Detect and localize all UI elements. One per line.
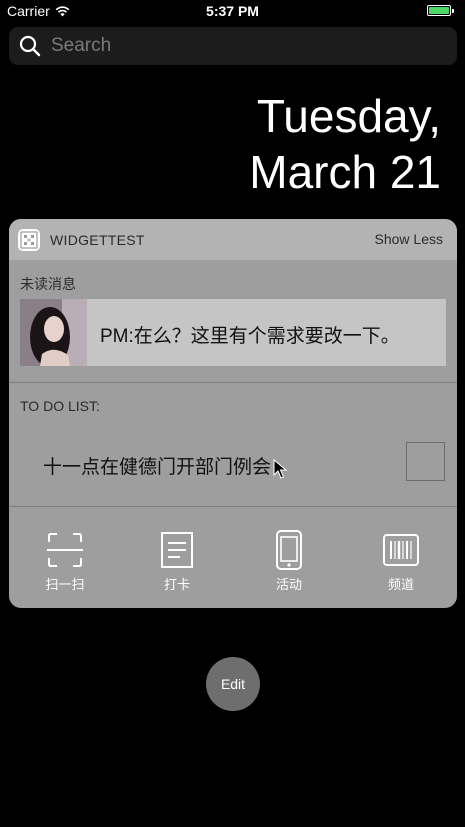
status-time: 5:37 PM (206, 3, 259, 19)
app-icon (18, 228, 40, 251)
today-widget: WIDGETTEST Show Less 未读消息 PM:在么？这里有个需求要改… (9, 219, 457, 608)
todo-item: 十一点在健德门开部门例会 (43, 457, 272, 478)
message-text: PM:在么？这里有个需求要改一下。 (100, 326, 400, 347)
phone-icon (276, 530, 302, 570)
scan-label: 扫一扫 (45, 577, 85, 592)
status-bar: Carrier 5:37 PM (0, 0, 465, 22)
date-weekday: Tuesday, (256, 90, 441, 142)
scan-button[interactable]: 扫一扫 (9, 507, 121, 608)
barcode-icon (383, 534, 419, 566)
message-card[interactable]: PM:在么？这里有个需求要改一下。 (20, 299, 446, 366)
mouse-cursor-icon (273, 459, 287, 479)
todo-label: TO DO LIST: (20, 398, 100, 414)
document-icon (161, 532, 193, 568)
date-day: March 21 (249, 146, 441, 198)
channel-label: 频道 (387, 577, 414, 592)
show-less-button[interactable]: Show Less (375, 231, 443, 247)
widget-header: WIDGETTEST Show Less (9, 219, 457, 260)
search-placeholder: Search (51, 35, 112, 56)
check-in-button[interactable]: 打卡 (121, 507, 233, 608)
activity-label: 活动 (275, 577, 302, 592)
divider (9, 382, 457, 383)
channel-button[interactable]: 频道 (345, 507, 457, 608)
unread-label: 未读消息 (20, 276, 76, 292)
search-input[interactable]: Search (9, 27, 457, 65)
date-display: Tuesday, March 21 (249, 88, 441, 200)
edit-button[interactable]: Edit (206, 657, 260, 711)
action-bar: 扫一扫 打卡 活动 频道 (9, 507, 457, 608)
search-icon (19, 35, 41, 57)
check-in-label: 打卡 (163, 577, 190, 592)
activity-button[interactable]: 活动 (233, 507, 345, 608)
scan-icon (47, 533, 83, 567)
battery-icon (427, 5, 454, 16)
todo-checkbox[interactable] (406, 442, 445, 481)
widget-title: WIDGETTEST (50, 231, 145, 248)
avatar (20, 299, 87, 366)
